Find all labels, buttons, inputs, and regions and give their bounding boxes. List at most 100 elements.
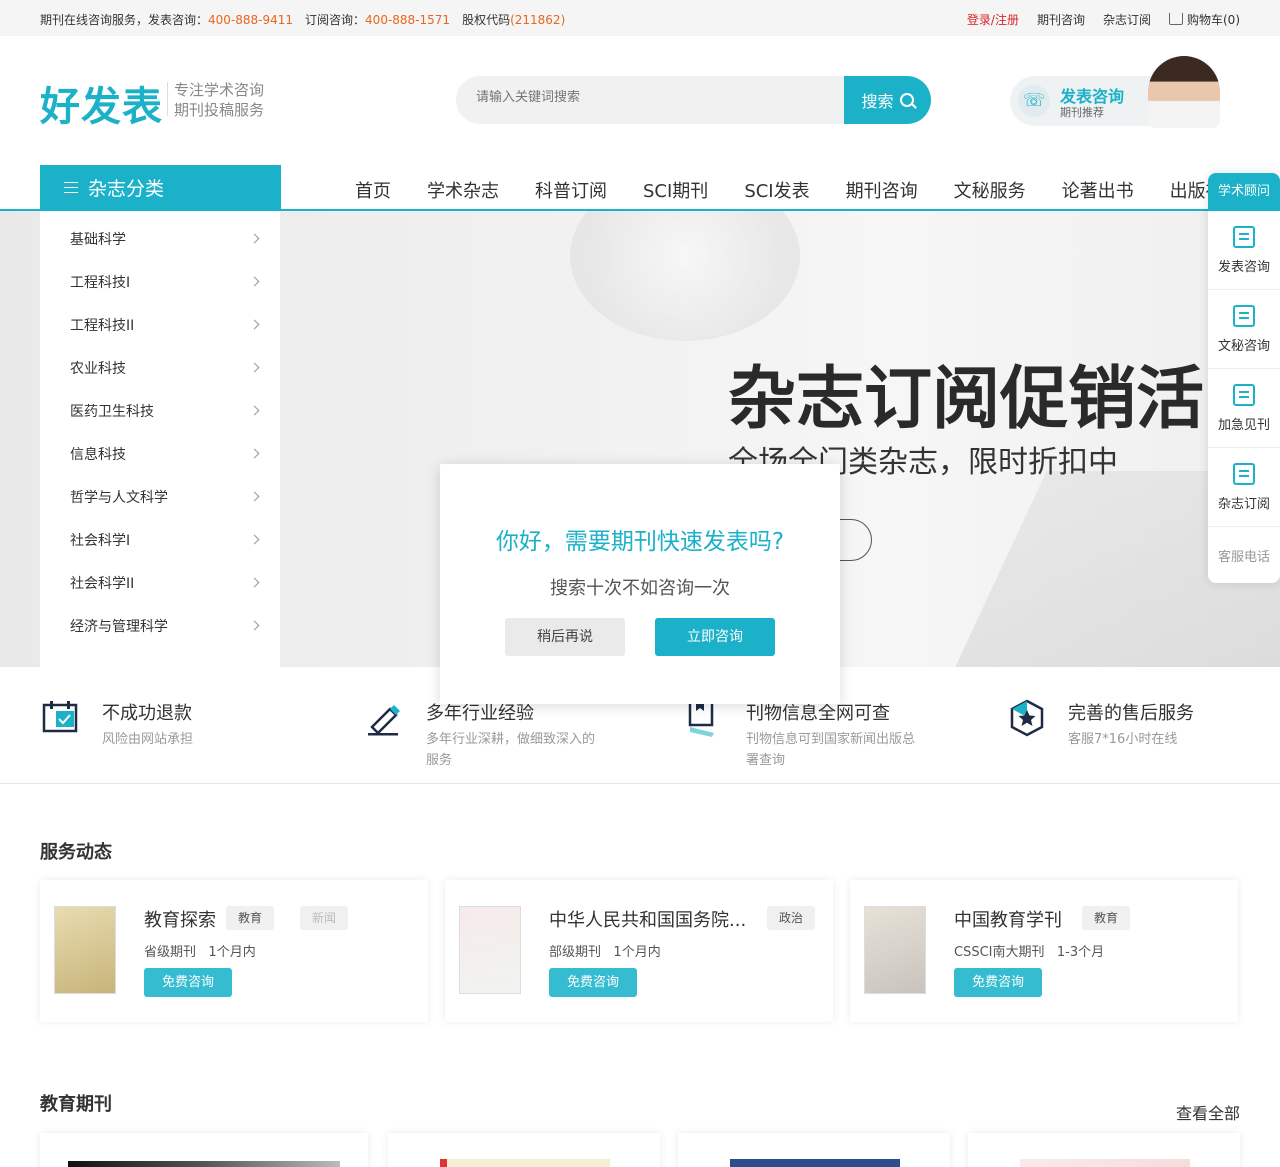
journal-cover: [864, 906, 926, 994]
chevron-right-icon: [249, 276, 260, 287]
cart-icon: [1169, 13, 1183, 25]
education-journal-card[interactable]: [678, 1133, 950, 1167]
later-button[interactable]: 稍后再说: [505, 618, 625, 656]
document-icon: [1233, 304, 1255, 327]
category-item[interactable]: 医药卫生科技: [40, 389, 280, 432]
float-item-secretary-consult[interactable]: 文秘咨询: [1208, 290, 1280, 369]
category-item[interactable]: 社会科学I: [40, 518, 280, 561]
feature-title: 不成功退款: [102, 703, 192, 724]
site-logo[interactable]: 好发表: [40, 74, 163, 132]
feature-desc: 客服7*16小时在线: [1068, 732, 1178, 747]
category-item[interactable]: 农业科技: [40, 346, 280, 389]
book-icon: [1233, 225, 1255, 248]
chevron-right-icon: [249, 577, 260, 588]
journal-cover: [730, 1159, 900, 1167]
education-section-title: 教育期刊: [40, 1094, 112, 1115]
journal-cover: [440, 1159, 610, 1167]
search-bar: 搜索: [456, 76, 931, 124]
feature-experience: 多年行业经验 多年行业深耕，做细致深入的服务: [366, 699, 601, 771]
journal-cover: [459, 906, 521, 994]
banner-decoration: [570, 211, 800, 341]
stock-text: 股权代码(211862): [462, 13, 566, 27]
journal-meta: CSSCI南大期刊 1-3个月: [954, 945, 1105, 960]
advisor-title: 学术顾问: [1208, 173, 1280, 211]
chevron-right-icon: [249, 405, 260, 416]
category-item[interactable]: 基础科学: [40, 217, 280, 260]
float-item-publish-consult[interactable]: 发表咨询: [1208, 211, 1280, 290]
free-consult-button[interactable]: 免费咨询: [954, 968, 1042, 997]
journal-consult-link[interactable]: 期刊咨询: [1037, 11, 1085, 28]
nav-item-secretary[interactable]: 文秘服务: [936, 177, 1044, 203]
category-item[interactable]: 信息科技: [40, 432, 280, 475]
category-item[interactable]: 工程科技II: [40, 303, 280, 346]
logo-divider: [167, 82, 168, 116]
journal-name: 中华人民共和国国务院...: [549, 910, 747, 931]
journal-card[interactable]: 中华人民共和国国务院... 政治 部级期刊 1个月内 免费咨询: [445, 880, 833, 1022]
bookmark-icon: [688, 699, 714, 737]
service-section-title: 服务动态: [40, 842, 112, 863]
nav-item-home[interactable]: 首页: [337, 177, 409, 203]
modal-question: 你好，需要期刊快速发表吗?: [495, 529, 785, 555]
menu-icon: [64, 182, 78, 193]
category-item[interactable]: 工程科技I: [40, 260, 280, 303]
chevron-right-icon: [249, 534, 260, 545]
chevron-right-icon: [249, 448, 260, 459]
category-item[interactable]: 社会科学II: [40, 561, 280, 604]
journal-tag: 政治: [767, 906, 816, 930]
top-bar: 期刊在线咨询服务，发表咨询：400-888-9411 订阅咨询：400-888-…: [0, 0, 1280, 36]
journal-cover: [68, 1161, 340, 1167]
nav-item-sci-publish[interactable]: SCI发表: [726, 177, 827, 203]
education-journal-card[interactable]: [388, 1133, 660, 1167]
education-journal-card[interactable]: [40, 1133, 368, 1167]
nav-item-sci-journals[interactable]: SCI期刊: [625, 177, 726, 203]
feature-after-sales: 完善的售后服务客服7*16小时在线: [1008, 699, 1243, 750]
nav-item-academic[interactable]: 学术杂志: [409, 177, 517, 203]
consult-now-button[interactable]: 立即咨询: [655, 618, 775, 656]
nav-item-popsci[interactable]: 科普订阅: [517, 177, 625, 203]
chevron-right-icon: [249, 620, 260, 631]
feature-title: 完善的售后服务: [1068, 703, 1194, 724]
journal-cover: [54, 906, 116, 994]
free-consult-button[interactable]: 免费咨询: [549, 968, 637, 997]
stock-code: (211862): [510, 13, 566, 27]
chevron-right-icon: [249, 233, 260, 244]
journal-card[interactable]: 中国教育学刊 教育 CSSCI南大期刊 1-3个月 免费咨询: [850, 880, 1238, 1022]
feature-desc: 刊物信息可到国家新闻出版总署查询: [746, 732, 916, 768]
cart-link[interactable]: 购物车(0): [1169, 11, 1240, 28]
journal-meta: 部级期刊 1个月内: [549, 945, 661, 960]
float-item-subscribe[interactable]: 杂志订阅: [1208, 448, 1280, 527]
star-shield-icon: [1010, 699, 1044, 737]
category-item[interactable]: 经济与管理科学: [40, 604, 280, 647]
chevron-right-icon: [249, 362, 260, 373]
consult-subtitle: 期刊推荐: [1060, 106, 1104, 119]
education-journal-card[interactable]: [968, 1133, 1240, 1167]
feature-desc: 多年行业深耕，做细致深入的服务: [426, 732, 596, 768]
feature-verifiable: 刊物信息全网可查 刊物信息可到国家新闻出版总署查询: [686, 699, 921, 771]
advisor-float-panel: 学术顾问 发表咨询 文秘咨询 加急见刊 杂志订阅 客服电话: [1208, 173, 1280, 583]
category-header[interactable]: 杂志分类: [40, 165, 281, 210]
float-item-phone[interactable]: 客服电话: [1208, 527, 1280, 583]
pen-icon: [368, 705, 400, 736]
login-link[interactable]: 登录/注册: [967, 11, 1019, 28]
banner-headline: 杂志订阅促销活: [728, 360, 1205, 439]
nav-item-journal-consult[interactable]: 期刊咨询: [828, 177, 936, 203]
search-button[interactable]: 搜索: [844, 76, 931, 124]
journal-card[interactable]: 教育探索 教育 新闻 省级期刊 1个月内 免费咨询: [40, 880, 428, 1022]
chart-icon: [1233, 462, 1255, 485]
calendar-check-icon: [42, 701, 78, 733]
nav-item-books[interactable]: 论著出书: [1044, 177, 1152, 203]
subscribe-phone: 400-888-1571: [365, 13, 451, 27]
online-service-text: 期刊在线咨询服务，发表咨询：400-888-9411: [40, 13, 294, 27]
category-list: 基础科学 工程科技I 工程科技II 农业科技 医药卫生科技 信息科技 哲学与人文…: [40, 211, 280, 667]
float-item-urgent[interactable]: 加急见刊: [1208, 369, 1280, 448]
agent-avatar: [1148, 56, 1220, 128]
view-all-link[interactable]: 查看全部: [1176, 1100, 1240, 1124]
category-item[interactable]: 哲学与人文科学: [40, 475, 280, 518]
search-icon: [899, 93, 914, 107]
magazine-subscribe-link[interactable]: 杂志订阅: [1103, 11, 1151, 28]
logo-slogan: 专注学术咨询 期刊投稿服务: [174, 81, 265, 119]
chevron-right-icon: [249, 319, 260, 330]
search-input[interactable]: [476, 90, 836, 105]
journal-meta: 省级期刊 1个月内: [144, 945, 256, 960]
free-consult-button[interactable]: 免费咨询: [144, 968, 232, 997]
